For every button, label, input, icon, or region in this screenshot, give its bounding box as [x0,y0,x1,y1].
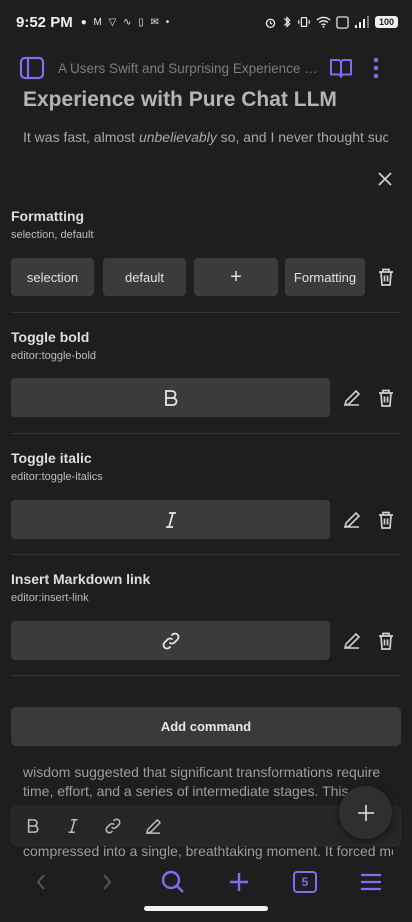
note-text-before: It was fast, almost [23,129,139,145]
command-title: Toggle bold [11,329,90,345]
command-item-insert-link: Insert Markdown link editor:insert-link [11,571,401,676]
divider [11,675,401,676]
command-title: Formatting [11,208,85,224]
status-bar: 9:52 PM ● M ▽ ∿ ▯ ✉ • 100 [0,0,412,44]
command-subtitle: editor:insert-link [11,592,89,604]
command-subtitle: editor:toggle-italics [11,471,103,483]
wifi-icon [316,16,331,28]
forward-arrow-icon[interactable] [92,867,122,897]
menu-icon[interactable] [356,867,386,897]
status-indicators: 100 [264,15,398,29]
add-command-button[interactable]: Add command [11,707,401,746]
vibrate-icon [298,17,310,27]
sidebar-toggle-icon[interactable] [18,54,46,82]
command-button-italic[interactable] [11,500,330,539]
bold-icon [164,389,177,406]
document-title[interactable]: A Users Swift and Surprising Experience … [58,61,320,76]
note-text-italic: unbelievably [138,129,217,145]
note-paragraph: It was fast, almost unbelievably so, and… [23,128,388,147]
close-icon[interactable] [372,166,398,192]
trash-icon[interactable] [374,508,398,532]
chip-add[interactable]: + [194,258,278,296]
bold-icon[interactable] [22,815,44,837]
command-subtitle: editor:toggle-bold [11,350,97,362]
status-time: 9:52 PM [16,13,73,31]
battery-icon: 100 [374,16,398,28]
command-button-bold[interactable] [11,378,330,417]
link-icon [162,632,179,649]
volte-icon [336,15,349,29]
chip-selection[interactable]: selection [11,258,94,296]
italic-icon[interactable] [62,815,84,837]
link-icon[interactable] [102,815,124,837]
chip-formatting[interactable]: Formatting [285,258,365,296]
edit-icon[interactable] [340,629,364,653]
back-arrow-icon[interactable] [26,867,56,897]
divider [11,554,401,555]
plus-icon [357,804,374,821]
signal-icon [354,16,369,28]
note-text-line: wisdom suggested that significant transf… [23,764,381,780]
trash-icon[interactable] [374,386,398,410]
mobile-toolbar-settings-sheet: Formatting selection, default selection … [0,158,412,758]
notification-icons: ● M ▽ ∿ ▯ ✉ • [80,16,172,28]
trash-icon[interactable] [374,629,398,653]
note-heading: Experience with Pure Chat LLM [23,88,337,111]
command-item-formatting: Formatting selection, default selection … [11,208,401,313]
edit-icon[interactable] [142,815,164,837]
command-item-toggle-italic: Toggle italic editor:toggle-italics [11,450,401,555]
alarm-icon [265,18,276,28]
note-text-line: time, effort, and a series of intermedia… [23,783,368,799]
tab-count-badge: 5 [293,871,317,893]
command-button-link[interactable] [11,621,330,660]
command-item-toggle-bold: Toggle bold editor:toggle-bold [11,329,401,434]
reading-view-icon[interactable] [328,55,354,81]
command-title: Insert Markdown link [11,571,151,587]
new-note-fab-button[interactable] [339,786,392,839]
divider [11,312,401,313]
note-text-after: so, and I never thought such [216,129,388,145]
new-tab-plus-icon[interactable] [224,867,254,897]
trash-icon[interactable] [374,265,398,289]
edit-icon[interactable] [340,386,364,410]
chip-default[interactable]: default [103,258,186,296]
edit-icon[interactable] [340,508,364,532]
home-indicator [144,906,268,911]
bottom-navigation: 5 [0,860,412,904]
command-subtitle: selection, default [11,229,94,241]
more-options-icon[interactable] [366,55,386,81]
divider [11,433,401,434]
command-title: Toggle italic [11,450,92,466]
search-icon[interactable] [158,867,188,897]
note-header: A Users Swift and Surprising Experience … [0,44,412,92]
tabs-button[interactable]: 5 [290,867,320,897]
bluetooth-icon [283,16,291,28]
italic-icon [165,511,176,528]
